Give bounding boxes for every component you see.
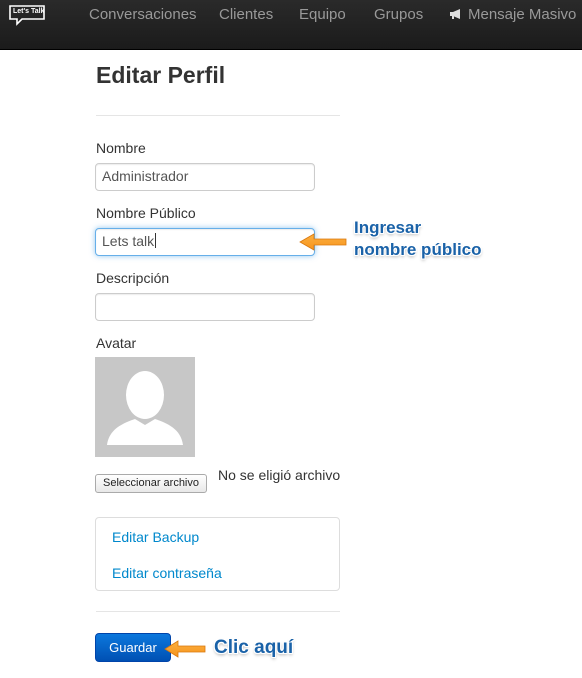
annotation-public-name-line2: nombre público [354, 240, 482, 259]
annotation-save-hint: Clic aquí [214, 637, 294, 658]
nav-conversaciones[interactable]: Conversaciones [89, 6, 197, 24]
annotation-public-name: Ingresar nombre público [354, 217, 482, 261]
profile-links-panel: Editar Backup Editar contraseña [95, 517, 340, 591]
descripcion-label: Descripción [96, 270, 170, 286]
nav-mensaje-masivo[interactable]: Mensaje Masivo [449, 6, 576, 24]
actions-divider [96, 611, 340, 612]
text-caret [155, 233, 157, 248]
nombre-publico-input[interactable]: Lets talk [95, 228, 315, 256]
editar-backup-link[interactable]: Editar Backup [112, 529, 199, 545]
avatar-label: Avatar [96, 335, 137, 351]
nav-mensaje-masivo-label: Mensaje Masivo [468, 6, 577, 23]
editar-contrasena-link[interactable]: Editar contraseña [112, 565, 222, 581]
orange-arrow-icon [299, 233, 347, 251]
orange-arrow-icon [164, 640, 206, 658]
nav-equipo[interactable]: Equipo [299, 6, 346, 24]
default-user-icon [107, 371, 183, 445]
annotation-public-name-line1: Ingresar [354, 218, 422, 237]
save-button[interactable]: Guardar [95, 633, 171, 662]
descripcion-input[interactable] [95, 293, 315, 321]
top-navbar: Let's Talk Conversaciones Clientes Equip… [0, 0, 582, 50]
megaphone-icon [450, 9, 460, 19]
file-status-text: No se eligió archivo [218, 467, 341, 483]
avatar [95, 357, 195, 457]
nombre-label: Nombre [96, 140, 146, 156]
page-title: Editar Perfil [96, 62, 226, 88]
nombre-input[interactable]: Administrador [95, 163, 315, 191]
nombre-publico-label: Nombre Público [96, 205, 196, 221]
select-file-button[interactable]: Seleccionar archivo [95, 474, 207, 493]
nombre-value: Administrador [102, 168, 189, 184]
brand-text: Let's Talk [13, 8, 45, 15]
nombre-publico-value: Lets talk [102, 233, 155, 249]
title-divider [96, 115, 340, 116]
nav-clientes[interactable]: Clientes [219, 6, 273, 24]
nav-grupos[interactable]: Grupos [374, 6, 423, 24]
lets-talk-logo[interactable]: Let's Talk [8, 4, 48, 26]
